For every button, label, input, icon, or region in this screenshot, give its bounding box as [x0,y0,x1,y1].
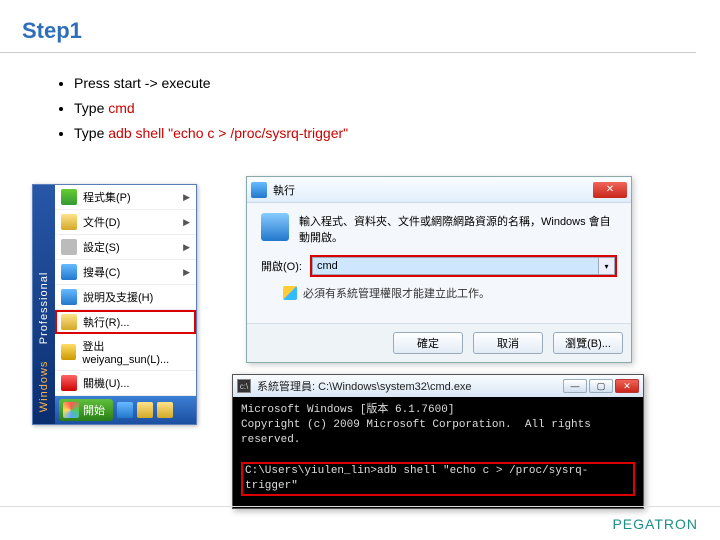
run-titlebar: 執行 ✕ [247,177,631,203]
menu-item-programs[interactable]: 程式集(P)▶ [55,185,196,210]
cmd-icon: c:\ [237,379,251,393]
cmd-input-highlight: C:\Users\yiulen_lin>adb shell "echo c > … [241,462,635,496]
page-title: Step1 [0,0,696,53]
maximize-button[interactable]: ▢ [589,379,613,393]
start-menu: Windows Professional 程式集(P)▶ 文件(D)▶ 設定(S… [32,184,197,425]
chevron-right-icon: ▶ [183,242,190,253]
brand-logo: PEGATRON [612,516,698,532]
instructions: Press start -> execute Type cmd Type adb… [0,53,720,147]
browse-button[interactable]: 瀏覽(B)... [553,332,623,354]
cmd-window: c:\ 系統管理員: C:\Windows\system32\cmd.exe —… [232,374,644,509]
cancel-button[interactable]: 取消 [473,332,543,354]
chevron-right-icon: ▶ [183,192,190,203]
close-button[interactable]: ✕ [593,182,627,198]
cmd-output[interactable]: Microsoft Windows [版本 6.1.7600] Copyrigh… [233,397,643,508]
shutdown-icon [61,375,77,391]
run-description: 輸入程式、資料夾、文件或網際網路資源的名稱，Windows 會自動開啟。 [299,213,617,245]
menu-item-settings[interactable]: 設定(S)▶ [55,235,196,260]
menu-item-shutdown[interactable]: 關機(U)... [55,371,196,396]
shield-icon [283,286,297,300]
taskbar-app-icon[interactable] [117,402,133,418]
settings-icon [61,239,77,255]
cmd-title: 系統管理員: C:\Windows\system32\cmd.exe [257,378,472,394]
menu-item-logoff[interactable]: 登出 weiyang_sun(L)... [55,334,196,371]
instruction-2: Type cmd [74,96,720,121]
instruction-1: Press start -> execute [74,71,720,96]
menu-item-run[interactable]: 執行(R)... [55,310,196,334]
open-input[interactable] [312,257,599,275]
menu-item-search[interactable]: 搜尋(C)▶ [55,260,196,285]
taskbar: 開始 [55,396,196,424]
help-icon [61,289,77,305]
chevron-right-icon: ▶ [183,217,190,228]
windows-logo-icon [63,402,79,418]
minimize-button[interactable]: — [563,379,587,393]
instruction-3: Type adb shell "echo c > /proc/sysrq-tri… [74,121,720,146]
menu-item-help[interactable]: 說明及支援(H) [55,285,196,310]
admin-warning: 必須有系統管理權限才能建立此工作。 [283,285,617,301]
open-field-highlight: ▾ [310,255,617,277]
cmd-titlebar: c:\ 系統管理員: C:\Windows\system32\cmd.exe —… [233,375,643,397]
programs-icon [61,189,77,205]
taskbar-app-icon[interactable] [137,402,153,418]
dropdown-button[interactable]: ▾ [599,257,615,275]
chevron-right-icon: ▶ [183,267,190,278]
run-app-icon [261,213,289,241]
run-dialog: 執行 ✕ 輸入程式、資料夾、文件或網際網路資源的名稱，Windows 會自動開啟… [246,176,632,363]
logoff-icon [61,344,76,360]
taskbar-app-icon[interactable] [157,402,173,418]
footer: PEGATRON [0,506,720,540]
open-label: 開啟(O): [261,258,302,274]
run-dialog-icon [251,182,267,198]
close-button[interactable]: ✕ [615,379,639,393]
menu-item-documents[interactable]: 文件(D)▶ [55,210,196,235]
start-menu-banner: Windows Professional [33,185,55,424]
run-title: 執行 [273,182,295,198]
run-icon [61,314,77,330]
search-icon [61,264,77,280]
documents-icon [61,214,77,230]
ok-button[interactable]: 確定 [393,332,463,354]
start-button[interactable]: 開始 [59,399,113,421]
